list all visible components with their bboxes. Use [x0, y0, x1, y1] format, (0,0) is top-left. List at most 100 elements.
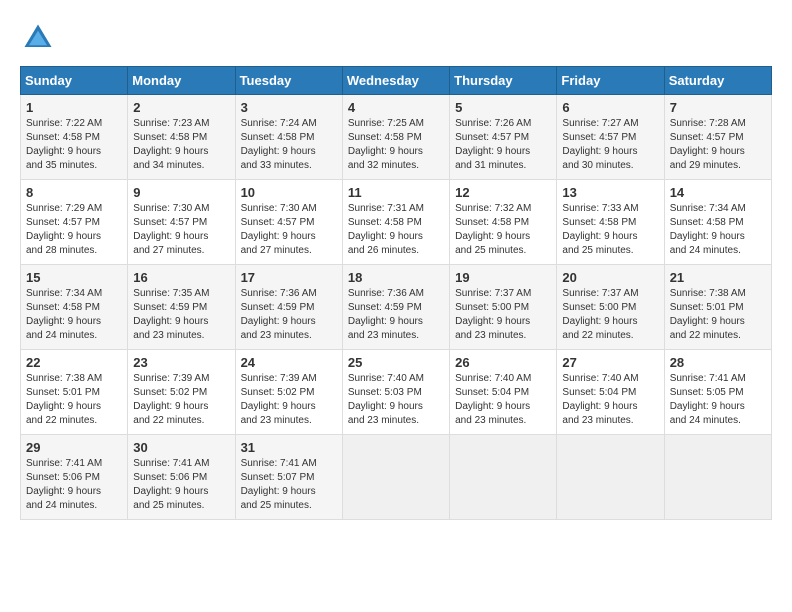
calendar-day-cell: 25Sunrise: 7:40 AM Sunset: 5:03 PM Dayli…: [342, 350, 449, 435]
day-info: Sunrise: 7:39 AM Sunset: 5:02 PM Dayligh…: [133, 372, 229, 428]
calendar-day-cell: 28 Sunrise: 7:41 AM Sunset: 5:05 PM Dayli…: [664, 350, 771, 435]
day-number: 6: [562, 100, 658, 115]
day-info: Sunrise: 7:36 AM Sunset: 4:59 PM Dayligh…: [348, 287, 444, 343]
day-number: 11: [348, 185, 444, 200]
weekday-header: Wednesday: [342, 67, 449, 95]
day-number: 28: [670, 355, 766, 370]
day-number: 7: [670, 100, 766, 115]
calendar-day-cell: 15 Sunrise: 7:34 AM Sunset: 4:58 PM Dayli…: [21, 265, 128, 350]
calendar-week-row: 22 Sunrise: 7:38 AM Sunset: 5:01 PM Dayli…: [21, 350, 772, 435]
day-number: 15: [26, 270, 122, 285]
calendar-week-row: 1 Sunrise: 7:22 AM Sunset: 4:58 PM Daylig…: [21, 95, 772, 180]
day-number: 26: [455, 355, 551, 370]
day-number: 13: [562, 185, 658, 200]
day-info: Sunrise: 7:28 AM Sunset: 4:57 PM Dayligh…: [670, 117, 766, 173]
calendar-day-cell: [664, 435, 771, 520]
day-info: Sunrise: 7:23 AM Sunset: 4:58 PM Dayligh…: [133, 117, 229, 173]
calendar-day-cell: 17 Sunrise: 7:36 AM Sunset: 4:59 PM Dayli…: [235, 265, 342, 350]
calendar-day-cell: 22 Sunrise: 7:38 AM Sunset: 5:01 PM Dayli…: [21, 350, 128, 435]
day-info: Sunrise: 7:26 AM Sunset: 4:57 PM Dayligh…: [455, 117, 551, 173]
calendar-day-cell: 12 Sunrise: 7:32 AM Sunset: 4:58 PM Dayli…: [450, 180, 557, 265]
day-number: 22: [26, 355, 122, 370]
day-number: 5: [455, 100, 551, 115]
weekday-header: Friday: [557, 67, 664, 95]
header: [20, 20, 772, 56]
day-info: Sunrise: 7:32 AM Sunset: 4:58 PM Dayligh…: [455, 202, 551, 258]
calendar-day-cell: 21 Sunrise: 7:38 AM Sunset: 5:01 PM Dayli…: [664, 265, 771, 350]
day-info: Sunrise: 7:41 AM Sunset: 5:05 PM Dayligh…: [670, 372, 766, 428]
day-number: 23: [133, 355, 229, 370]
calendar-day-cell: 3 Sunrise: 7:24 AM Sunset: 4:58 PM Daylig…: [235, 95, 342, 180]
day-number: 4: [348, 100, 444, 115]
calendar-day-cell: 27 Sunrise: 7:40 AM Sunset: 5:04 PM Dayli…: [557, 350, 664, 435]
day-info: Sunrise: 7:38 AM Sunset: 5:01 PM Dayligh…: [26, 372, 122, 428]
calendar-day-cell: 16 Sunrise: 7:35 AM Sunset: 4:59 PM Dayli…: [128, 265, 235, 350]
day-info: Sunrise: 7:33 AM Sunset: 4:58 PM Dayligh…: [562, 202, 658, 258]
calendar-body: 1 Sunrise: 7:22 AM Sunset: 4:58 PM Daylig…: [21, 95, 772, 520]
day-info: Sunrise: 7:34 AM Sunset: 4:58 PM Dayligh…: [670, 202, 766, 258]
calendar-day-cell: 5 Sunrise: 7:26 AM Sunset: 4:57 PM Daylig…: [450, 95, 557, 180]
calendar-week-row: 15 Sunrise: 7:34 AM Sunset: 4:58 PM Dayli…: [21, 265, 772, 350]
calendar-day-cell: 18Sunrise: 7:36 AM Sunset: 4:59 PM Dayli…: [342, 265, 449, 350]
day-info: Sunrise: 7:25 AM Sunset: 4:58 PM Dayligh…: [348, 117, 444, 173]
day-info: Sunrise: 7:30 AM Sunset: 4:57 PM Dayligh…: [241, 202, 337, 258]
day-number: 31: [241, 440, 337, 455]
calendar-day-cell: 2 Sunrise: 7:23 AM Sunset: 4:58 PM Daylig…: [128, 95, 235, 180]
weekday-header: Saturday: [664, 67, 771, 95]
weekday-header: Tuesday: [235, 67, 342, 95]
weekday-header: Thursday: [450, 67, 557, 95]
day-number: 16: [133, 270, 229, 285]
calendar-day-cell: 30Sunrise: 7:41 AM Sunset: 5:06 PM Dayli…: [128, 435, 235, 520]
day-info: Sunrise: 7:31 AM Sunset: 4:58 PM Dayligh…: [348, 202, 444, 258]
day-info: Sunrise: 7:35 AM Sunset: 4:59 PM Dayligh…: [133, 287, 229, 343]
day-number: 14: [670, 185, 766, 200]
day-info: Sunrise: 7:40 AM Sunset: 5:04 PM Dayligh…: [562, 372, 658, 428]
weekday-header: Monday: [128, 67, 235, 95]
calendar-day-cell: 19 Sunrise: 7:37 AM Sunset: 5:00 PM Dayli…: [450, 265, 557, 350]
calendar-day-cell: [342, 435, 449, 520]
day-info: Sunrise: 7:40 AM Sunset: 5:04 PM Dayligh…: [455, 372, 551, 428]
calendar-day-cell: 1 Sunrise: 7:22 AM Sunset: 4:58 PM Daylig…: [21, 95, 128, 180]
day-number: 10: [241, 185, 337, 200]
day-info: Sunrise: 7:37 AM Sunset: 5:00 PM Dayligh…: [455, 287, 551, 343]
day-number: 12: [455, 185, 551, 200]
calendar-day-cell: 6 Sunrise: 7:27 AM Sunset: 4:57 PM Daylig…: [557, 95, 664, 180]
day-number: 1: [26, 100, 122, 115]
day-number: 3: [241, 100, 337, 115]
day-number: 30: [133, 440, 229, 455]
calendar-day-cell: [557, 435, 664, 520]
calendar-day-cell: 24 Sunrise: 7:39 AM Sunset: 5:02 PM Dayli…: [235, 350, 342, 435]
calendar-day-cell: 23 Sunrise: 7:39 AM Sunset: 5:02 PM Dayli…: [128, 350, 235, 435]
calendar-day-cell: 26 Sunrise: 7:40 AM Sunset: 5:04 PM Dayli…: [450, 350, 557, 435]
calendar-day-cell: 13 Sunrise: 7:33 AM Sunset: 4:58 PM Dayli…: [557, 180, 664, 265]
day-number: 2: [133, 100, 229, 115]
calendar-week-row: 29Sunrise: 7:41 AM Sunset: 5:06 PM Dayli…: [21, 435, 772, 520]
day-number: 20: [562, 270, 658, 285]
day-number: 19: [455, 270, 551, 285]
day-info: Sunrise: 7:27 AM Sunset: 4:57 PM Dayligh…: [562, 117, 658, 173]
calendar-day-cell: 8Sunrise: 7:29 AM Sunset: 4:57 PM Daylig…: [21, 180, 128, 265]
day-number: 25: [348, 355, 444, 370]
logo: [20, 20, 62, 56]
day-info: Sunrise: 7:38 AM Sunset: 5:01 PM Dayligh…: [670, 287, 766, 343]
day-info: Sunrise: 7:41 AM Sunset: 5:07 PM Dayligh…: [241, 457, 337, 513]
day-info: Sunrise: 7:22 AM Sunset: 4:58 PM Dayligh…: [26, 117, 122, 173]
day-number: 29: [26, 440, 122, 455]
calendar-day-cell: 11 Sunrise: 7:31 AM Sunset: 4:58 PM Dayli…: [342, 180, 449, 265]
day-info: Sunrise: 7:37 AM Sunset: 5:00 PM Dayligh…: [562, 287, 658, 343]
calendar-day-cell: 31 Sunrise: 7:41 AM Sunset: 5:07 PM Dayli…: [235, 435, 342, 520]
day-info: Sunrise: 7:36 AM Sunset: 4:59 PM Dayligh…: [241, 287, 337, 343]
day-info: Sunrise: 7:24 AM Sunset: 4:58 PM Dayligh…: [241, 117, 337, 173]
calendar-day-cell: 7 Sunrise: 7:28 AM Sunset: 4:57 PM Daylig…: [664, 95, 771, 180]
calendar-header: SundayMondayTuesdayWednesdayThursdayFrid…: [21, 67, 772, 95]
day-info: Sunrise: 7:39 AM Sunset: 5:02 PM Dayligh…: [241, 372, 337, 428]
day-number: 24: [241, 355, 337, 370]
calendar-day-cell: 20 Sunrise: 7:37 AM Sunset: 5:00 PM Dayli…: [557, 265, 664, 350]
day-info: Sunrise: 7:34 AM Sunset: 4:58 PM Dayligh…: [26, 287, 122, 343]
day-number: 21: [670, 270, 766, 285]
calendar-day-cell: [450, 435, 557, 520]
day-number: 27: [562, 355, 658, 370]
day-info: Sunrise: 7:30 AM Sunset: 4:57 PM Dayligh…: [133, 202, 229, 258]
day-number: 8: [26, 185, 122, 200]
day-number: 17: [241, 270, 337, 285]
